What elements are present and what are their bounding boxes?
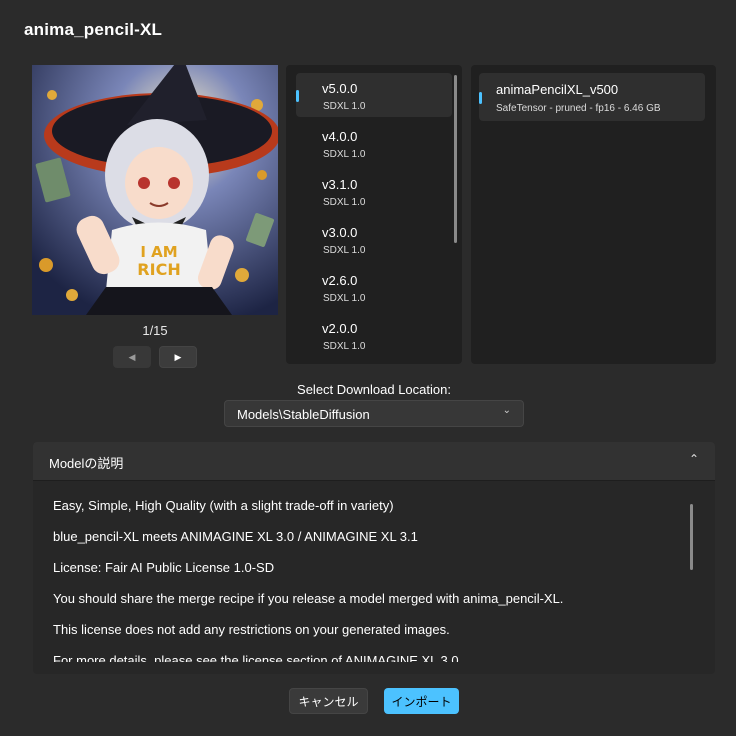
import-button[interactable]: インポート <box>384 688 459 714</box>
download-location-value: Models\StableDiffusion <box>237 407 370 422</box>
version-name: v5.0.0 <box>322 81 358 96</box>
version-base-model: SDXL 1.0 <box>323 197 366 208</box>
shirt-print-line1: I AM <box>140 243 177 261</box>
description-line: Easy, Simple, High Quality (with a sligh… <box>53 498 394 513</box>
model-description-expander: Modelの説明 ⌃ Easy, Simple, High Quality (w… <box>33 442 715 674</box>
version-item[interactable]: v2.6.0 SDXL 1.0 <box>296 265 452 309</box>
description-line: This license does not add any restrictio… <box>53 622 450 637</box>
description-line: blue_pencil-XL meets ANIMAGINE XL 3.0 / … <box>53 529 418 544</box>
version-base-model: SDXL 1.0 <box>323 341 366 352</box>
file-details: SafeTensor - pruned - fp16 - 6.46 GB <box>496 103 661 114</box>
version-name: v3.0.0 <box>322 225 358 240</box>
description-header[interactable]: Modelの説明 ⌃ <box>33 442 715 481</box>
shirt-print-line2: RICH <box>137 260 180 279</box>
version-base-model: SDXL 1.0 <box>323 101 366 112</box>
selection-indicator <box>296 90 299 102</box>
version-item[interactable]: v4.0.0 SDXL 1.0 <box>296 121 452 165</box>
version-item[interactable]: v3.1.0 SDXL 1.0 <box>296 169 452 213</box>
next-image-button[interactable]: ▶ <box>159 346 197 368</box>
file-item[interactable]: animaPencilXL_v500 SafeTensor - pruned -… <box>479 73 705 121</box>
triangle-right-icon: ▶ <box>174 351 182 362</box>
description-scrollbar[interactable] <box>690 504 693 570</box>
previous-image-button[interactable]: ◀ <box>113 346 151 368</box>
selection-indicator <box>479 92 482 104</box>
image-counter: 1/15 <box>142 323 168 338</box>
dialog-title: anima_pencil-XL <box>24 20 163 39</box>
version-list-scrollbar[interactable] <box>454 75 457 243</box>
version-base-model: SDXL 1.0 <box>323 149 366 160</box>
triangle-left-icon: ◀ <box>128 351 136 362</box>
version-name: v2.0.0 <box>322 321 358 336</box>
description-line: You should share the merge recipe if you… <box>53 591 564 606</box>
version-name: v2.6.0 <box>322 273 358 288</box>
version-list[interactable]: v5.0.0 SDXL 1.0 v4.0.0 SDXL 1.0 v3.1.0 S… <box>286 65 462 364</box>
import-model-dialog: anima_pencil-XL I AM RICH 1/15 ◀ ▶ v5.0.… <box>0 0 736 736</box>
download-location-label: Select Download Location: <box>297 382 451 397</box>
version-base-model: SDXL 1.0 <box>323 245 366 256</box>
description-line: License: Fair AI Public License 1.0-SD <box>53 560 275 575</box>
version-item[interactable]: v3.0.0 SDXL 1.0 <box>296 217 452 261</box>
file-list[interactable]: animaPencilXL_v500 SafeTensor - pruned -… <box>471 65 716 364</box>
version-name: v3.1.0 <box>322 177 358 192</box>
version-base-model: SDXL 1.0 <box>323 293 366 304</box>
version-name: v4.0.0 <box>322 129 358 144</box>
description-line: For more details, please see the license… <box>53 653 463 662</box>
chevron-up-icon[interactable]: ⌃ <box>689 452 699 466</box>
file-name: animaPencilXL_v500 <box>496 82 619 97</box>
model-preview-image: I AM RICH <box>32 65 278 315</box>
description-body: Easy, Simple, High Quality (with a sligh… <box>33 481 715 662</box>
description-title: Modelの説明 <box>49 456 124 471</box>
cancel-button[interactable]: キャンセル <box>289 688 368 714</box>
chevron-down-icon: ⌄ <box>502 405 511 416</box>
download-location-dropdown[interactable]: Models\StableDiffusion ⌄ <box>224 400 524 427</box>
version-item[interactable]: v5.0.0 SDXL 1.0 <box>296 73 452 117</box>
version-item[interactable]: v2.0.0 SDXL 1.0 <box>296 313 452 357</box>
